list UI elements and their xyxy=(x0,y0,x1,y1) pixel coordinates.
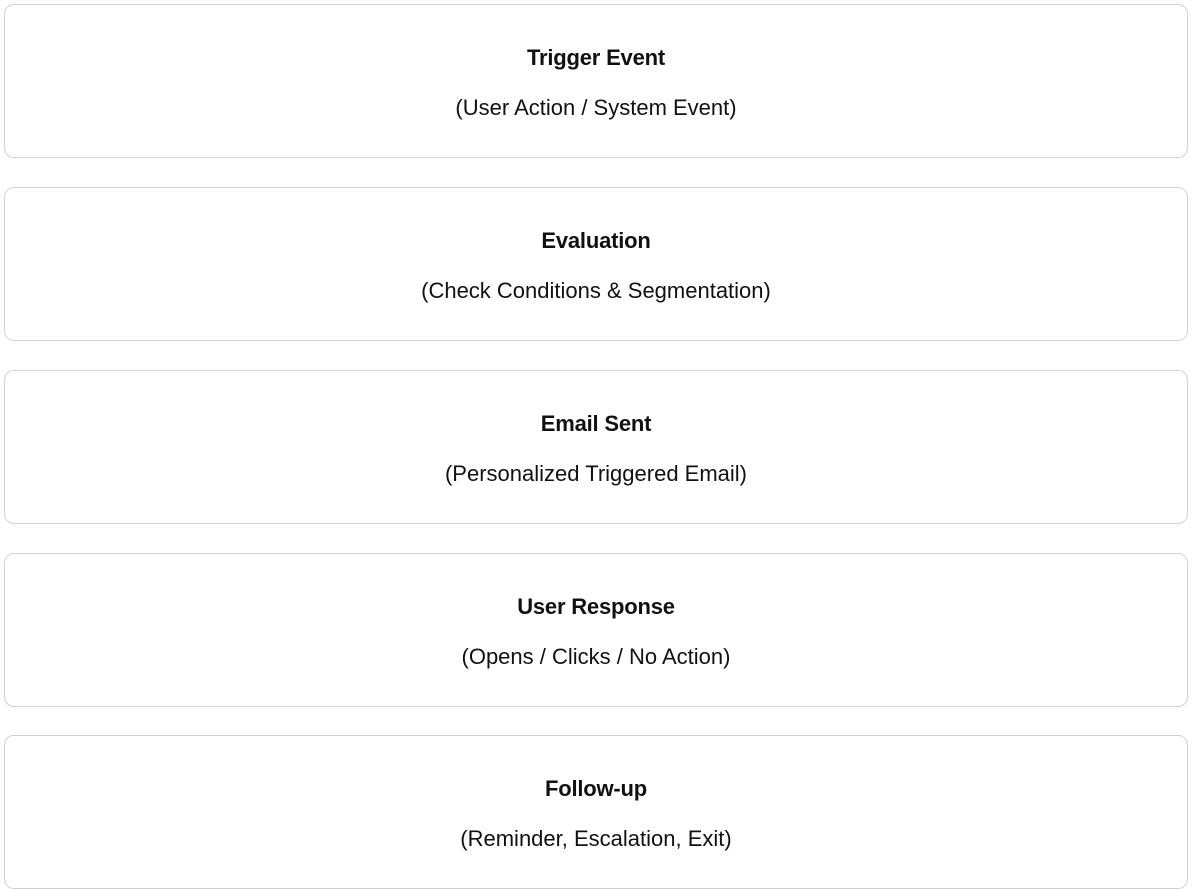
step-subtitle: (Check Conditions & Segmentation) xyxy=(421,278,771,303)
step-trigger-event: Trigger Event (User Action / System Even… xyxy=(4,4,1188,158)
step-evaluation: Evaluation (Check Conditions & Segmentat… xyxy=(4,187,1188,341)
step-email-sent: Email Sent (Personalized Triggered Email… xyxy=(4,370,1188,524)
step-subtitle: (Opens / Clicks / No Action) xyxy=(461,644,731,669)
step-title: Evaluation xyxy=(541,228,651,253)
step-subtitle: (Reminder, Escalation, Exit) xyxy=(460,826,732,851)
step-subtitle: (Personalized Triggered Email) xyxy=(444,461,748,486)
workflow-diagram: Trigger Event (User Action / System Even… xyxy=(0,0,1192,891)
step-subtitle: (User Action / System Event) xyxy=(455,95,737,120)
step-title: Follow-up xyxy=(544,776,648,801)
step-follow-up: Follow-up (Reminder, Escalation, Exit) xyxy=(4,735,1188,889)
step-title: Trigger Event xyxy=(527,45,665,70)
step-title: User Response xyxy=(517,594,675,619)
step-title: Email Sent xyxy=(540,411,652,436)
step-user-response: User Response (Opens / Clicks / No Actio… xyxy=(4,553,1188,707)
